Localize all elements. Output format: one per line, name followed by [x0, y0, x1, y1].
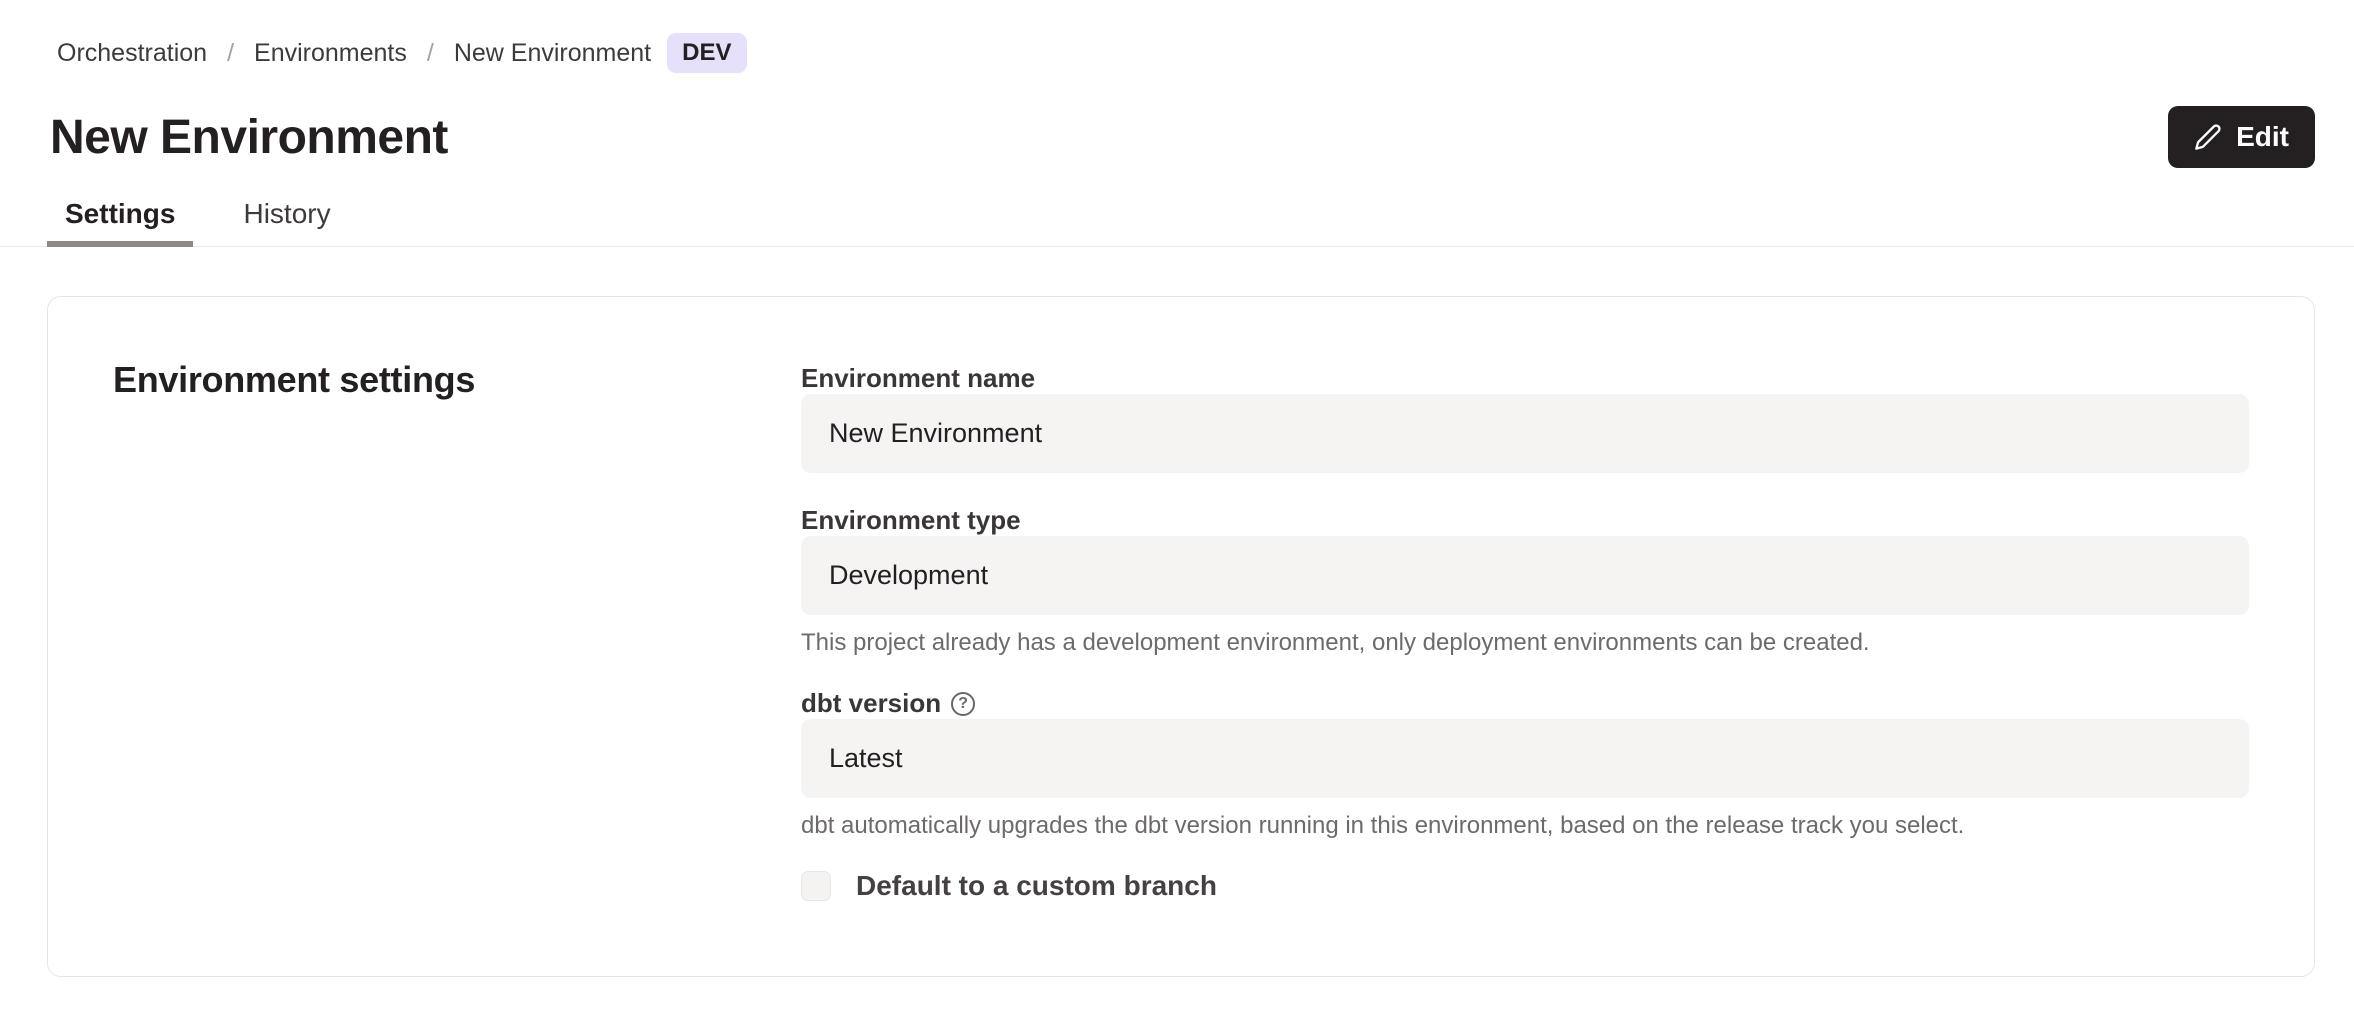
- tabs-bar: Settings History: [0, 188, 2354, 247]
- main-content: Orchestration / Environments / New Envir…: [0, 33, 2354, 977]
- edit-button[interactable]: Edit: [2168, 106, 2315, 168]
- environment-name-label-text: Environment name: [801, 363, 1035, 394]
- dbt-version-helper: dbt automatically upgrades the dbt versi…: [801, 813, 2249, 839]
- custom-branch-label: Default to a custom branch: [856, 871, 1217, 901]
- pencil-icon: [2194, 123, 2222, 151]
- card-heading-column: Environment settings: [48, 297, 801, 976]
- dbt-version-label: dbt version ?: [801, 688, 2249, 719]
- environment-name-input[interactable]: [801, 394, 2249, 473]
- breadcrumb-separator: /: [427, 39, 434, 68]
- tab-history[interactable]: History: [225, 188, 348, 246]
- field-environment-name: Environment name: [801, 363, 2249, 473]
- dbt-version-input[interactable]: [801, 719, 2249, 798]
- environment-type-input[interactable]: [801, 536, 2249, 615]
- field-environment-type: Environment type This project already ha…: [801, 505, 2249, 656]
- breadcrumb: Orchestration / Environments / New Envir…: [57, 33, 2315, 73]
- custom-branch-row: Default to a custom branch: [801, 871, 2249, 901]
- breadcrumb-separator: /: [227, 39, 234, 68]
- breadcrumb-item-current: New Environment: [454, 39, 651, 68]
- edit-button-label: Edit: [2236, 121, 2289, 153]
- environment-type-label-text: Environment type: [801, 505, 1021, 536]
- breadcrumb-item-orchestration[interactable]: Orchestration: [57, 39, 207, 68]
- custom-branch-checkbox[interactable]: [801, 871, 831, 901]
- environment-type-label: Environment type: [801, 505, 2249, 536]
- card-heading: Environment settings: [113, 359, 801, 401]
- page-header: New Environment Edit: [47, 106, 2315, 168]
- page: Orchestration / Environments / New Envir…: [0, 33, 2354, 1020]
- environment-name-label: Environment name: [801, 363, 2249, 394]
- field-dbt-version: dbt version ? dbt automatically upgrades…: [801, 688, 2249, 839]
- tab-settings[interactable]: Settings: [47, 188, 193, 246]
- environment-settings-card: Environment settings Environment name En…: [47, 296, 2315, 977]
- dbt-version-label-text: dbt version: [801, 688, 941, 719]
- environment-dev-badge: DEV: [667, 33, 746, 73]
- page-title: New Environment: [50, 110, 448, 165]
- breadcrumb-item-environments[interactable]: Environments: [254, 39, 407, 68]
- settings-form: Environment name Environment type This p…: [801, 297, 2314, 976]
- environment-type-helper: This project already has a development e…: [801, 630, 2249, 656]
- help-icon[interactable]: ?: [951, 692, 975, 716]
